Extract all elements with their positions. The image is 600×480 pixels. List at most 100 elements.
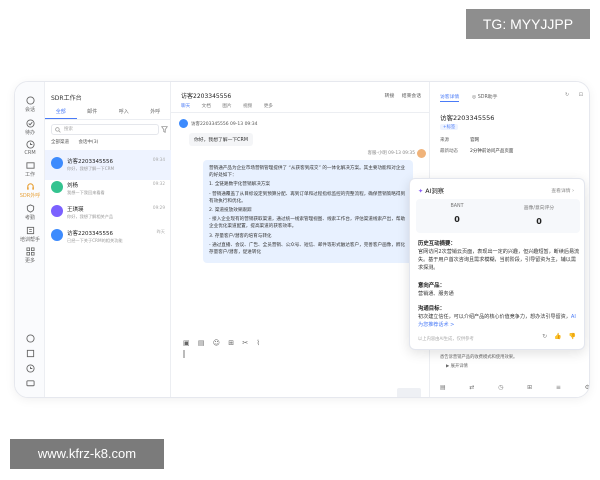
image-icon[interactable]: ▣	[183, 339, 190, 347]
grid-icon[interactable]: ⊞	[527, 384, 532, 391]
customer-avatar	[179, 119, 188, 128]
ai-title: ✦ AI洞察	[418, 186, 444, 195]
rail-item-more[interactable]: 更多	[15, 247, 45, 264]
search-placeholder: 搜索	[64, 127, 73, 132]
file-icon[interactable]: ▤	[198, 339, 205, 347]
doc-icon[interactable]: ▤	[440, 384, 446, 391]
thumbs-down-icon[interactable]: 👎	[569, 333, 576, 340]
rail-item-todo[interactable]: 待办	[15, 119, 45, 136]
contact-name: 访客2203345556	[67, 231, 113, 237]
message-paragraph: - 营销通覆盖了从目标设定到预算分配、再到订单和过程指标监控的完整流程，确保营销…	[209, 191, 406, 204]
clock-icon[interactable]: ◷	[498, 384, 503, 391]
ai-insight-card: ✦ AI洞察 查看详情 › BANT 0 画像/意向评分 0 历史互动摘要： 官网…	[409, 178, 585, 350]
goal-text: 初次建立信任，可以介绍产品的核心价值竞争力，想办法引导留资，	[418, 314, 571, 320]
detail-note: 悉告诉营销产品的收费模式和使用效果。	[440, 355, 518, 360]
section-history-title: 历史互动摘要：	[418, 241, 456, 247]
search-icon	[55, 127, 61, 133]
rail-item-attendance[interactable]: 考勤	[15, 204, 45, 221]
metric-label: 画像/意向评分	[523, 206, 555, 211]
settings-icon[interactable]: ⚙	[585, 384, 589, 391]
grid-icon	[25, 247, 35, 256]
shield-icon	[26, 204, 34, 213]
section-history-text: 官网访问2次营销云页面，表现出一定的兴趣，但兴趣短暂，断续后易流失。基于用户首次…	[418, 249, 580, 272]
end-session-button[interactable]: 结束会话	[402, 94, 421, 99]
tab-label: SDR助手	[477, 95, 498, 100]
chat-tabs: 聊天 文档 图片 视频 更多	[181, 103, 283, 109]
transfer-button[interactable]: 转接	[385, 94, 395, 99]
ai-disclaimer: 以上内容由AI生成，仅供参考	[418, 337, 474, 342]
tab-email[interactable]: 邮件	[77, 106, 109, 119]
robot-icon: ◎	[472, 95, 477, 100]
rail-item-crm[interactable]: CRM	[15, 140, 45, 156]
tab-inbound[interactable]: 呼入	[108, 106, 140, 119]
tab-video[interactable]: 视频	[243, 104, 252, 109]
detail-row-activity: 最新动态 2分钟前访问产品页面	[440, 148, 513, 154]
check-circle-icon	[25, 119, 35, 128]
list-tabs: 全部 邮件 呼入 外呼	[45, 106, 171, 120]
ai-title-text: AI洞察	[425, 188, 445, 195]
expand-detail-link[interactable]: ▶ 展开详情	[446, 363, 468, 369]
expand-icon[interactable]: ⊡	[579, 92, 583, 98]
chat-icon	[25, 96, 35, 105]
message-paragraph: 3. 存量客户/潜客的培育与转化	[209, 233, 272, 239]
send-button[interactable]	[397, 388, 421, 397]
tab-visitor-detail[interactable]: 访客详情	[440, 93, 460, 102]
tab-all[interactable]: 全部	[45, 106, 77, 119]
tab-docs[interactable]: 文档	[202, 104, 211, 109]
message-input[interactable]	[183, 350, 185, 358]
status-filter[interactable]: 会话中(3)	[78, 140, 98, 145]
message-paragraph: 1. 全链路数字化营销解决方案	[209, 182, 270, 188]
chat-actions: 转接 结束会话	[379, 92, 421, 99]
rail-label: 会话	[24, 107, 35, 113]
watermark-top: TG: MYYJJPP	[466, 9, 590, 39]
cut-icon[interactable]: ✂	[242, 339, 248, 347]
filter-icon[interactable]	[161, 126, 168, 133]
view-details-link[interactable]: 查看详情 ›	[551, 187, 574, 194]
message-paragraph: - 接入企业现有的营销获取渠道，通过统一线索管理视图、线索工作台，评估渠道线索产…	[209, 217, 406, 230]
refresh-icon[interactable]: ↻	[542, 333, 547, 340]
message-icon[interactable]	[15, 373, 45, 392]
contact-name: 王琪瑛	[67, 207, 84, 213]
composer-toolbar: ▣ ▤ ☺ ⊞ ✂ ⌇	[183, 339, 266, 347]
thumbs-up-icon[interactable]: 👍	[554, 333, 561, 340]
contact-name: 访客2203345556	[67, 159, 113, 165]
tab-sdr-assistant[interactable]: ◎ SDR助手	[472, 93, 497, 100]
attach-icon[interactable]: ⌇	[256, 339, 259, 347]
section-goal-title: 沟通目标：	[418, 306, 445, 312]
agent-avatar	[417, 149, 426, 158]
message-preview: 你好，我想了解一下CRM	[67, 166, 115, 171]
conversation-list-panel: SDR工作台 全部 邮件 呼入 外呼 搜索 全部渠道 会话中(3) 访客2203…	[45, 82, 171, 397]
rail-label: SDR外呼	[19, 193, 41, 199]
tab-chat[interactable]: 聊天	[181, 104, 190, 109]
emoji-icon[interactable]: ☺	[213, 339, 220, 347]
list-item[interactable]: 访客2203345556 已经一下关于CRM的相关功能 昨天	[45, 222, 171, 252]
flow-icon[interactable]: ⇄	[469, 384, 474, 391]
refresh-icon[interactable]: ↻	[565, 92, 569, 98]
timestamp: 昨天	[156, 229, 165, 234]
tab-outbound[interactable]: 外呼	[140, 106, 172, 119]
avatar	[51, 181, 63, 193]
quick-reply-icon[interactable]: ⊞	[228, 339, 234, 347]
watermark-bottom: www.kfrz-k8.com	[10, 439, 164, 469]
avatar	[51, 157, 63, 169]
ai-sparkle-icon: ✦	[418, 188, 424, 195]
section-product-title: 意向产品：	[418, 283, 445, 289]
rail-item-work[interactable]: 工作	[15, 161, 45, 178]
detail-row-source: 来源 官网	[440, 137, 479, 143]
filter-row: 全部渠道 会话中(3)	[51, 139, 106, 145]
channel-filter[interactable]: 全部渠道	[51, 140, 69, 145]
rail-item-chat[interactable]: 会话	[15, 96, 45, 113]
panel-title: SDR工作台	[51, 95, 82, 102]
add-tag-button[interactable]: +标签	[440, 124, 459, 130]
rail-item-training[interactable]: 培训帮手	[15, 226, 45, 243]
ai-metrics: BANT 0 画像/意向评分 0	[416, 199, 580, 233]
headset-icon	[26, 183, 34, 190]
tab-images[interactable]: 图片	[222, 104, 231, 109]
list-icon[interactable]: ≡	[556, 384, 561, 391]
rail-item-sdr[interactable]: SDR外呼	[15, 182, 45, 199]
message-paragraph: 2. 渠道投放效果跟踪	[209, 208, 252, 214]
tab-more[interactable]: 更多	[264, 104, 273, 109]
agent-meta: 客服-小明 09-13 09:35	[367, 151, 415, 156]
search-input[interactable]: 搜索	[51, 124, 159, 135]
message-paragraph: 营销通产品为企业市场营销管理提供了 “从获客到成交” 的一体化解决方案。其主要功…	[209, 166, 406, 179]
